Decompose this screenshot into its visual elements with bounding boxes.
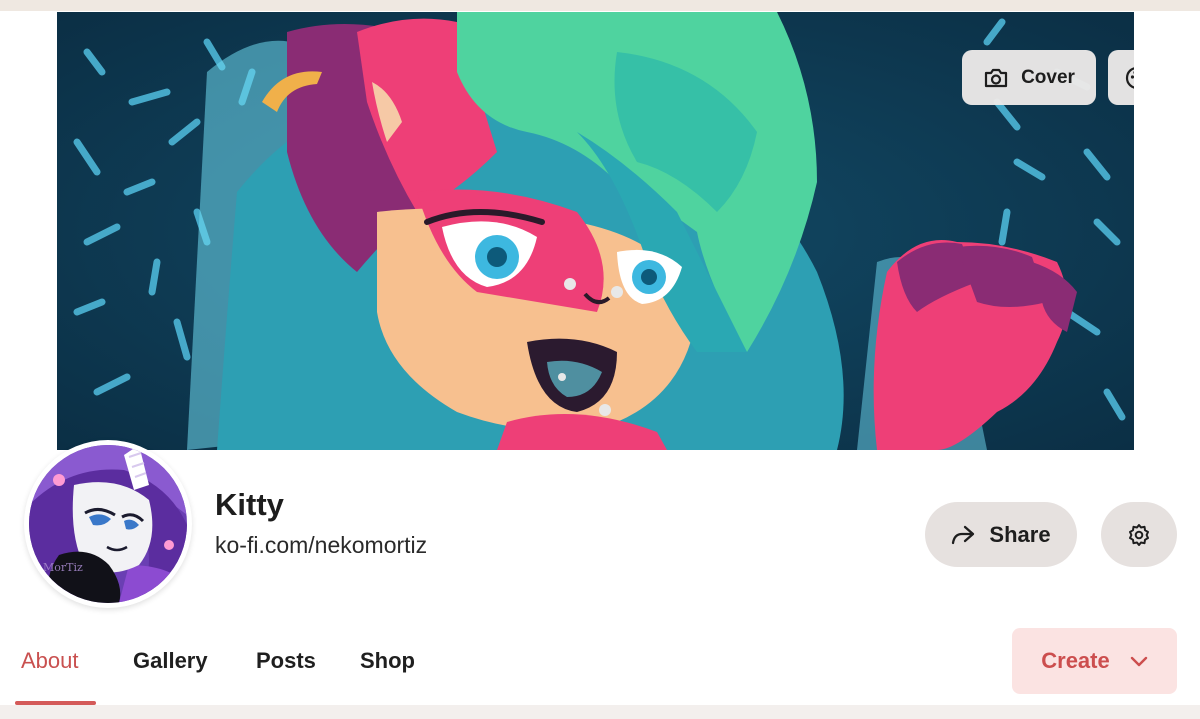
profile-tabs: About Gallery Posts Shop	[0, 630, 1000, 705]
profile-page: Cover MorTiz Kitty ko-fi.com/nekomortiz …	[0, 0, 1200, 719]
cover-button[interactable]: Cover	[962, 50, 1096, 105]
tab-gallery[interactable]: Gallery	[133, 648, 208, 674]
share-button-label: Share	[989, 521, 1051, 547]
avatar-watermark: MorTiz	[43, 561, 83, 574]
share-arrow-icon	[952, 525, 975, 544]
tab-posts[interactable]: Posts	[256, 648, 316, 674]
settings-button[interactable]	[1101, 502, 1177, 567]
cover-image: Cover	[57, 12, 1134, 450]
cover-button-label: Cover	[1021, 66, 1075, 88]
bottom-strip	[0, 705, 1200, 719]
profile-url[interactable]: ko-fi.com/nekomortiz	[215, 532, 427, 559]
tab-about[interactable]: About	[21, 648, 79, 674]
avatar[interactable]: MorTiz	[24, 440, 192, 608]
create-button-label: Create	[1041, 648, 1110, 673]
create-button[interactable]: Create	[1012, 628, 1177, 694]
palette-icon	[1125, 66, 1134, 89]
profile-name: Kitty	[215, 487, 284, 522]
theme-button[interactable]	[1108, 50, 1134, 105]
tab-shop[interactable]: Shop	[360, 648, 415, 674]
avatar-image: MorTiz	[29, 445, 187, 603]
avatar-illustration: MorTiz	[29, 445, 187, 603]
chevron-down-icon	[1130, 656, 1147, 666]
top-strip	[0, 0, 1200, 11]
camera-icon	[984, 68, 1008, 87]
gear-icon	[1129, 523, 1149, 546]
share-button[interactable]: Share	[925, 502, 1077, 567]
